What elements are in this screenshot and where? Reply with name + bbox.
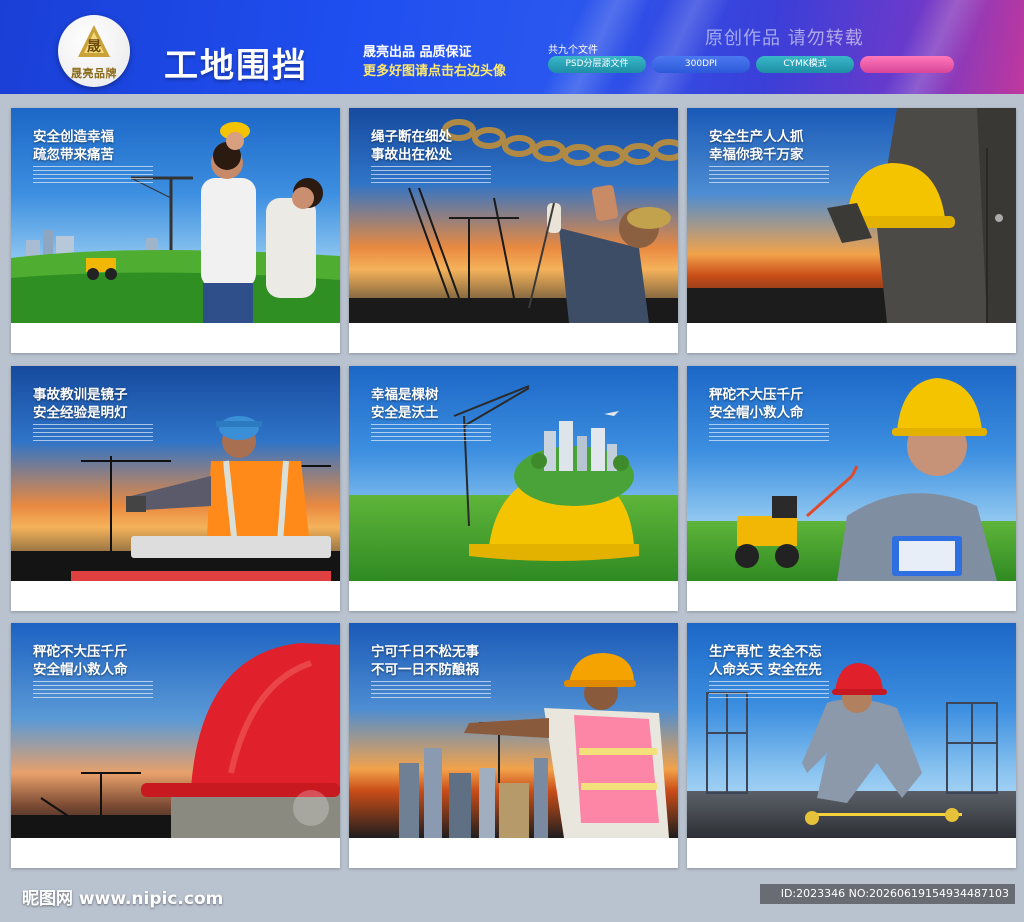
poster-image: 秤砣不大压千斤 安全帽小救人命 — [687, 366, 1016, 581]
poster-image: 安全创造幸福 疏忽带来痛苦 — [11, 108, 340, 323]
fine-print — [709, 681, 829, 699]
poster-headline: 安全创造幸福 疏忽带来痛苦 — [33, 128, 114, 164]
poster-panel[interactable]: 安全生产人人抓 幸福你我千万家 — [687, 108, 1016, 353]
poster-headline: 宁可千日不松无事 不可一日不防酿祸 — [371, 643, 479, 679]
headline-line2: 事故出在松处 — [371, 147, 452, 163]
fine-print — [371, 681, 491, 699]
poster-headline: 幸福是棵树 安全是沃土 — [371, 386, 439, 422]
poster-panel[interactable]: 安全创造幸福 疏忽带来痛苦 — [11, 108, 340, 353]
headline-line2: 安全经验是明灯 — [33, 405, 128, 421]
svg-text:晟: 晟 — [87, 38, 101, 55]
headline-line1: 生产再忙 安全不忘 — [709, 644, 822, 660]
poster-panel[interactable]: 幸福是棵树 安全是沃土 — [349, 366, 678, 611]
slogan-quality: 晟亮出品 品质保证 — [363, 45, 472, 60]
headline-line2: 不可一日不防酿祸 — [371, 662, 479, 678]
poster-headline: 事故教训是镜子 安全经验是明灯 — [33, 386, 128, 422]
poster-panel[interactable]: 绳子断在细处 事故出在松处 — [349, 108, 678, 353]
fine-print — [709, 166, 829, 184]
site-watermark[interactable]: 昵图网 www.nipic.com — [22, 884, 223, 909]
headline-line1: 秤砣不大压千斤 — [33, 644, 128, 660]
header-banner: 晟 晟亮品牌 工地围挡 晟亮出品 品质保证 更多好图请点击右边头像 共九个文件 … — [0, 0, 1024, 94]
poster-headline: 秤砣不大压千斤 安全帽小救人命 — [709, 386, 804, 422]
poster-image: 安全生产人人抓 幸福你我千万家 — [687, 108, 1016, 323]
poster-image: 幸福是棵树 安全是沃土 — [349, 366, 678, 581]
poster-panel[interactable]: 宁可千日不松无事 不可一日不防酿祸 — [349, 623, 678, 868]
headline-line1: 绳子断在细处 — [371, 129, 452, 145]
logo-emblem-icon: 晟 — [78, 25, 110, 57]
tag-cmyk: CYMK模式 — [756, 56, 854, 73]
poster-panel[interactable]: 秤砣不大压千斤 安全帽小救人命 — [687, 366, 1016, 611]
tag-psd: PSD分层源文件 — [548, 56, 646, 73]
poster-headline: 秤砣不大压千斤 安全帽小救人命 — [33, 643, 128, 679]
fine-print — [33, 424, 153, 442]
slogan-more-images[interactable]: 更多好图请点击右边头像 — [363, 60, 506, 79]
headline-line2: 安全帽小救人命 — [33, 662, 128, 678]
poster-image: 宁可千日不松无事 不可一日不防酿祸 — [349, 623, 678, 838]
page-title: 工地围挡 — [164, 46, 308, 86]
headline-line2: 疏忽带来痛苦 — [33, 147, 114, 163]
poster-image: 事故教训是镜子 安全经验是明灯 — [11, 366, 340, 581]
headline-line2: 安全帽小救人命 — [709, 405, 804, 421]
original-notice: 原创作品 请勿转载 — [705, 28, 864, 49]
headline-line1: 安全生产人人抓 — [709, 129, 804, 145]
headline-line1: 安全创造幸福 — [33, 129, 114, 145]
headline-line2: 幸福你我千万家 — [709, 147, 804, 163]
poster-panel[interactable]: 事故教训是镜子 安全经验是明灯 — [11, 366, 340, 611]
tag-dpi: 300DPI — [652, 56, 750, 73]
poster-panel[interactable]: 生产再忙 安全不忘 人命关天 安全在先 — [687, 623, 1016, 868]
tag-empty — [860, 56, 954, 73]
fine-print — [33, 166, 153, 184]
headline-line1: 宁可千日不松无事 — [371, 644, 479, 660]
poster-headline: 安全生产人人抓 幸福你我千万家 — [709, 128, 804, 164]
poster-image: 生产再忙 安全不忘 人命关天 安全在先 — [687, 623, 1016, 838]
fine-print — [371, 166, 491, 184]
poster-panel[interactable]: 秤砣不大压千斤 安全帽小救人命 — [11, 623, 340, 868]
headline-line2: 安全是沃土 — [371, 405, 439, 421]
poster-headline: 绳子断在细处 事故出在松处 — [371, 128, 452, 164]
headline-line1: 幸福是棵树 — [371, 387, 439, 403]
fine-print — [371, 424, 491, 442]
headline-line1: 秤砣不大压千斤 — [709, 387, 804, 403]
poster-headline: 生产再忙 安全不忘 人命关天 安全在先 — [709, 643, 822, 679]
logo-text: 晟亮品牌 — [71, 67, 117, 80]
fine-print — [33, 681, 153, 699]
poster-image: 绳子断在细处 事故出在松处 — [349, 108, 678, 323]
headline-line1: 事故教训是镜子 — [33, 387, 128, 403]
fine-print — [709, 424, 829, 442]
files-count: 共九个文件 — [548, 45, 598, 56]
brand-logo[interactable]: 晟 晟亮品牌 — [58, 15, 130, 87]
headline-line2: 人命关天 安全在先 — [709, 662, 822, 678]
poster-image: 秤砣不大压千斤 安全帽小救人命 — [11, 623, 340, 838]
image-id-bar: ID:2023346 NO:20260619154934487103 — [760, 884, 1015, 904]
light-streak — [860, 0, 1000, 94]
